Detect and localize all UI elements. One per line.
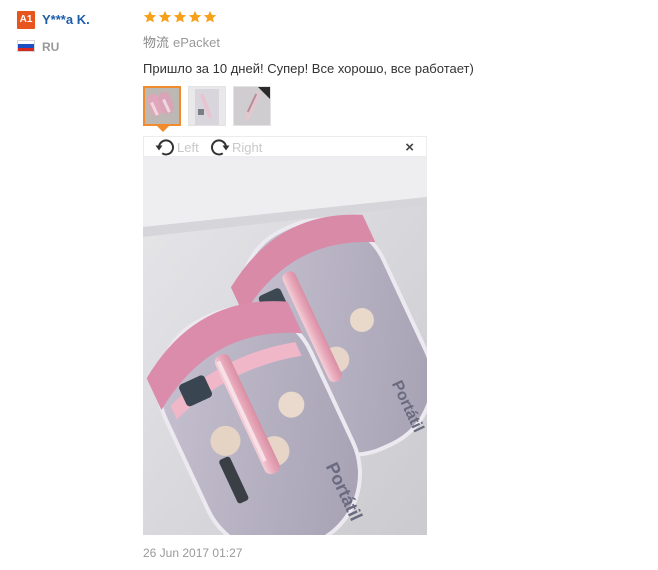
selected-thumbnail-pointer xyxy=(157,126,169,132)
shipping-label: 物流 xyxy=(143,35,170,50)
star-rating xyxy=(143,10,217,28)
review-photo: Portátil Portátil xyxy=(143,157,427,535)
photo-thumbnails xyxy=(143,86,271,126)
close-icon[interactable]: × xyxy=(405,139,414,156)
user-avatar-badge: A1 xyxy=(17,11,35,29)
star-icon xyxy=(188,10,202,28)
shipping-method: ePacket xyxy=(173,35,220,50)
photo-thumbnail[interactable] xyxy=(188,86,226,126)
star-icon xyxy=(203,10,217,28)
star-icon xyxy=(173,10,187,28)
review-text: Пришло за 10 дней! Супер! Все хорошо, вс… xyxy=(143,61,474,76)
user-country: RU xyxy=(42,40,60,54)
rotate-right-button[interactable]: Right xyxy=(209,138,262,156)
photo-thumbnail[interactable] xyxy=(143,86,181,126)
review-date: 26 Jun 2017 01:27 xyxy=(143,546,243,560)
rotate-left-button[interactable]: Left xyxy=(154,138,199,156)
star-icon xyxy=(143,10,157,28)
rotate-right-label: Right xyxy=(232,139,263,155)
rotate-left-label: Left xyxy=(177,139,199,155)
shipping-info: 物流 ePacket xyxy=(143,34,220,51)
username[interactable]: Y***a K. xyxy=(42,11,90,29)
russia-flag-icon xyxy=(17,40,35,52)
photo-viewer: Left Right × Portátil Portátil xyxy=(143,136,427,535)
photo-viewer-toolbar: Left Right × xyxy=(143,136,427,157)
star-icon xyxy=(158,10,172,28)
photo-thumbnail[interactable] xyxy=(233,86,271,126)
rotate-right-icon xyxy=(211,138,230,155)
rotate-left-icon xyxy=(155,138,174,155)
